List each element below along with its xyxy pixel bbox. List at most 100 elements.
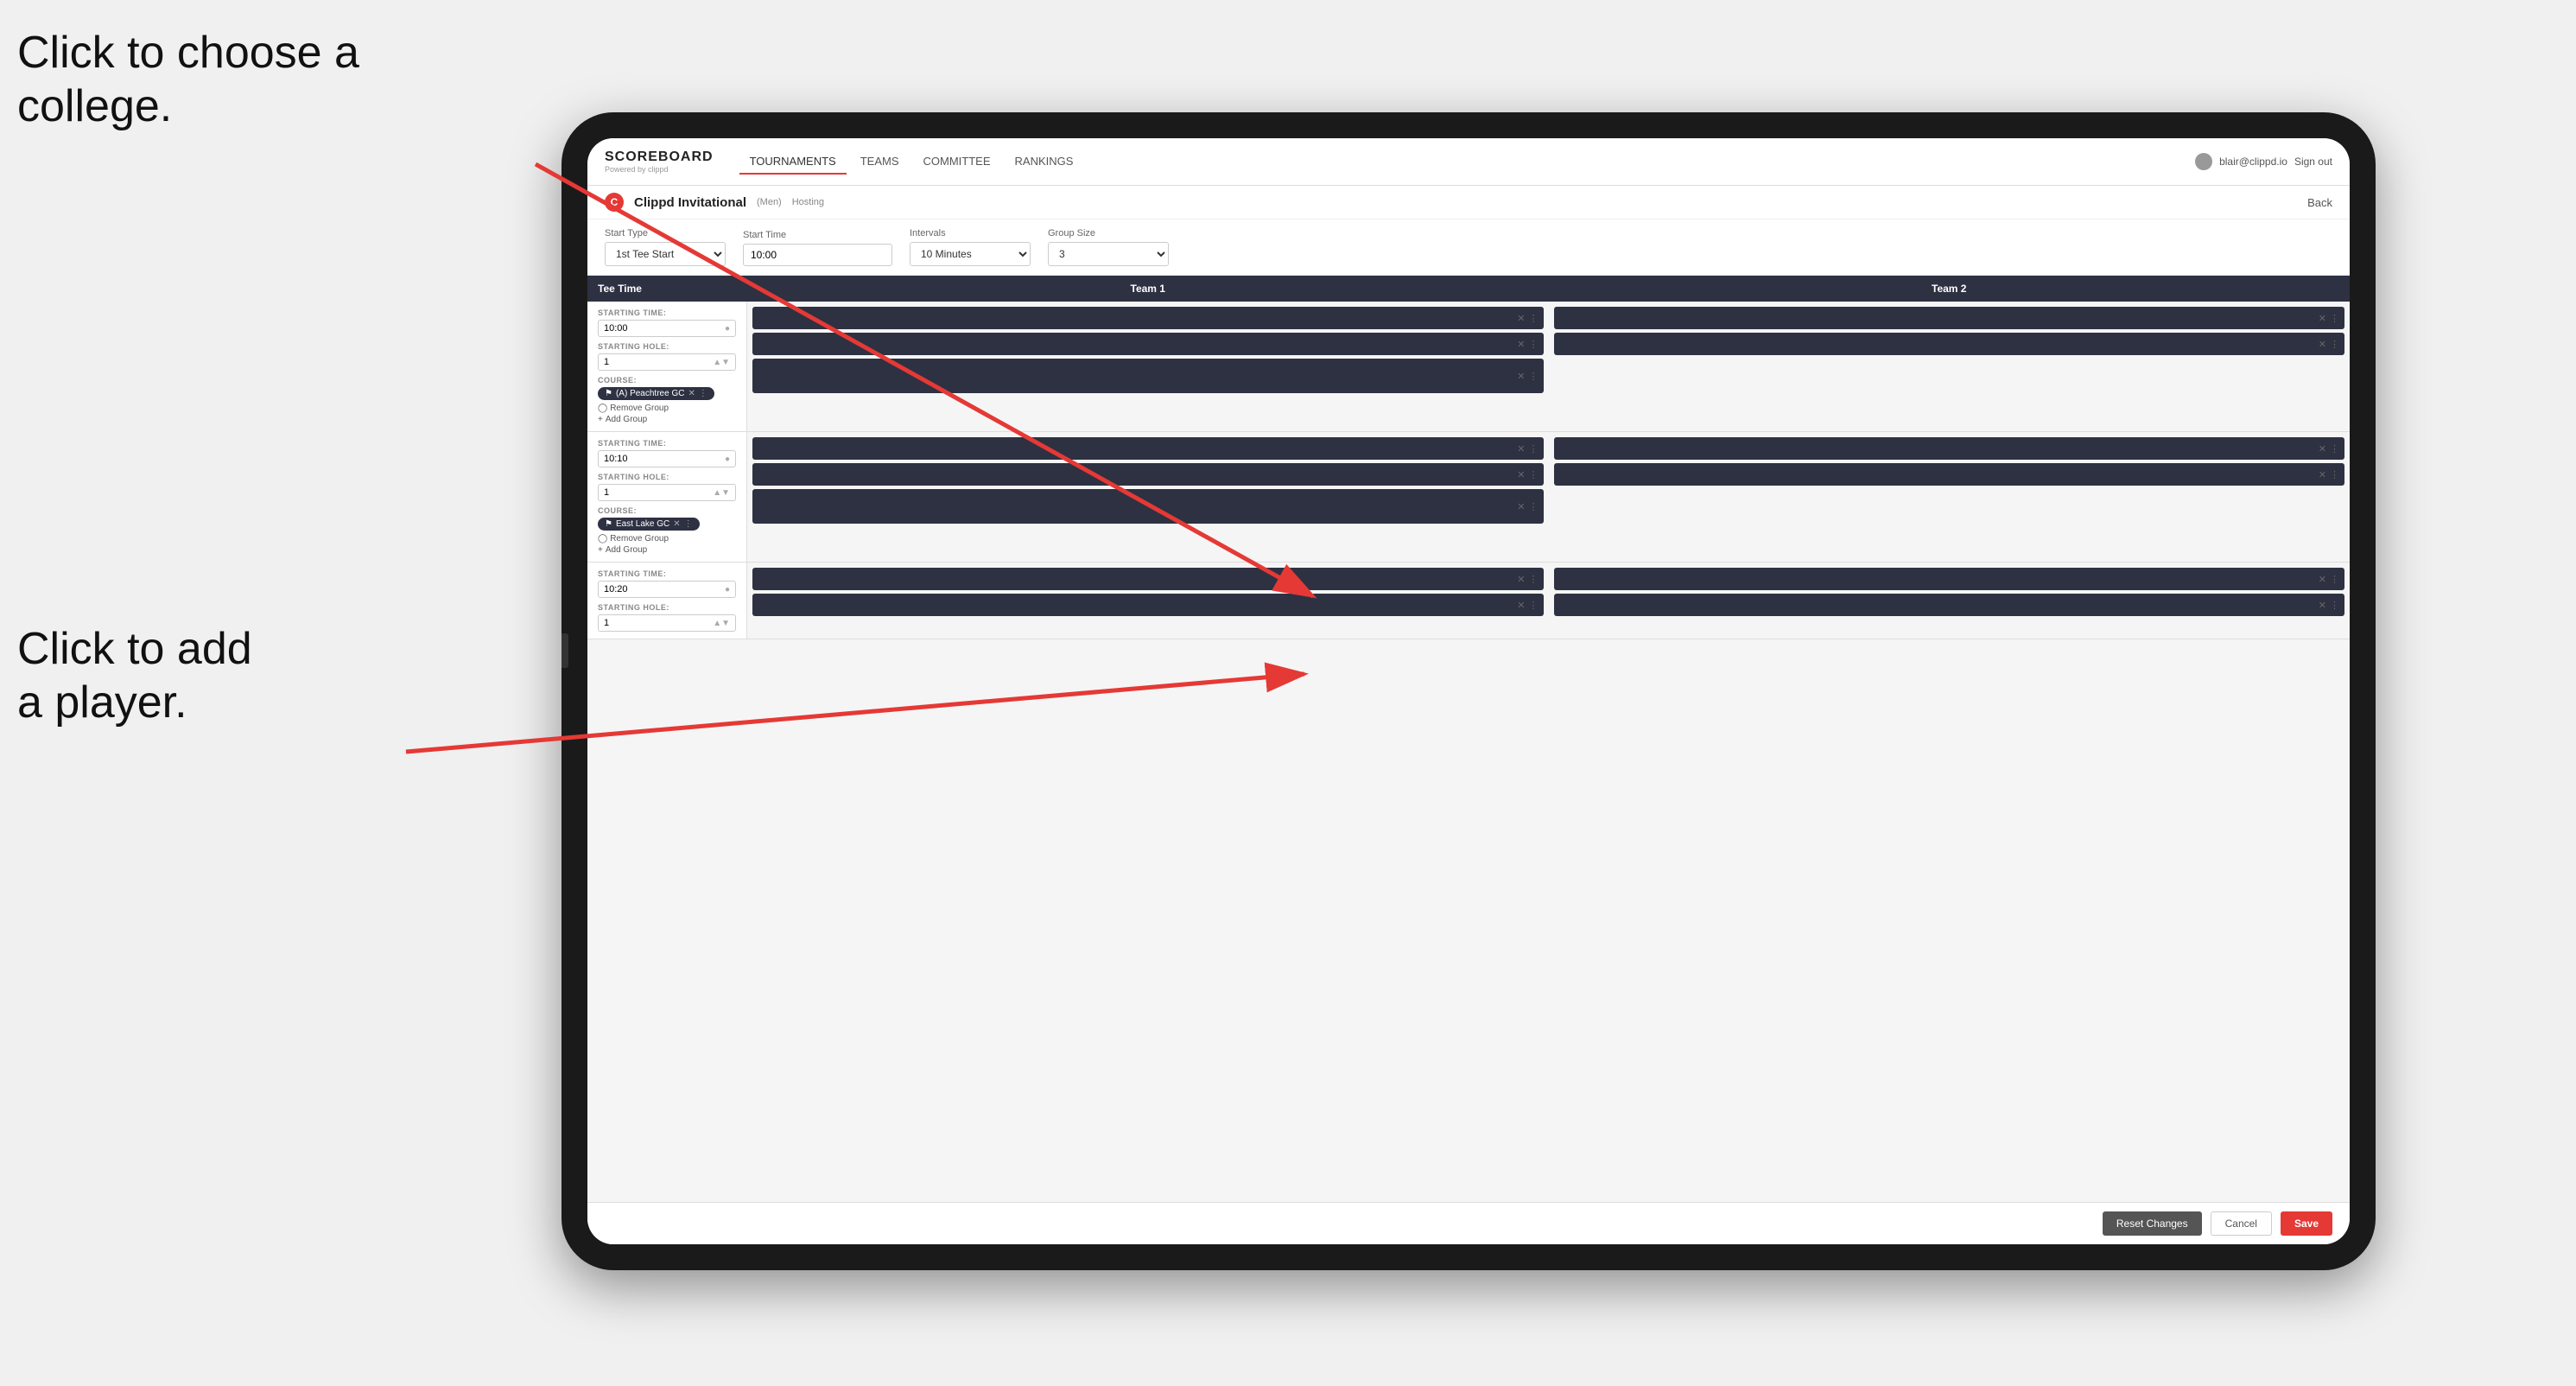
course-tag-icon-2: ⚑ — [605, 519, 612, 529]
team2-col-2: ✕ ⋮ ✕ ⋮ — [1549, 432, 2351, 562]
slot-x-icon[interactable]: ✕ — [1517, 443, 1525, 455]
player-slot-t1r1s2[interactable]: ✕ ⋮ — [752, 333, 1544, 355]
slot-x-icon[interactable]: ✕ — [1517, 339, 1525, 350]
sign-out-link[interactable]: Sign out — [2294, 156, 2332, 168]
remove-group-btn-2[interactable]: ◯ Remove Group — [598, 534, 736, 544]
slot-x-icon[interactable]: ✕ — [1517, 371, 1525, 382]
slot-x-icon[interactable]: ✕ — [2319, 313, 2326, 324]
player-slot-t1r2s1[interactable]: ✕ ⋮ — [752, 437, 1544, 460]
slot-x-icon[interactable]: ✕ — [2319, 339, 2326, 350]
slot-x-icon[interactable]: ✕ — [2319, 600, 2326, 611]
player-slot-t1r1s1[interactable]: ✕ ⋮ — [752, 307, 1544, 329]
slot-x-icon[interactable]: ✕ — [1517, 501, 1525, 512]
course-tag-2[interactable]: ⚑ East Lake GC ✕ ⋮ — [598, 518, 700, 531]
nav-link-committee[interactable]: COMMITTEE — [913, 149, 1001, 175]
tee-row-3: STARTING TIME: 10:20 ● STARTING HOLE: 1 … — [587, 563, 2350, 639]
nav-link-rankings[interactable]: RANKINGS — [1005, 149, 1084, 175]
user-avatar — [2195, 153, 2212, 170]
cancel-button[interactable]: Cancel — [2211, 1211, 2272, 1236]
start-type-group: Start Type 1st Tee Start Shotgun Start — [605, 228, 726, 266]
time-icon-2: ● — [725, 455, 730, 464]
team1-col-2: ✕ ⋮ ✕ ⋮ ✕ ⋮ — [747, 432, 1549, 562]
slot-x-icon[interactable]: ✕ — [2319, 574, 2326, 585]
course-more-2[interactable]: ⋮ — [684, 519, 693, 529]
annotation-line2: college. — [17, 81, 172, 131]
back-button[interactable]: Back — [2307, 196, 2332, 209]
player-slot-t2r3s1[interactable]: ✕ ⋮ — [1554, 568, 2345, 590]
intervals-select[interactable]: 10 Minutes 8 Minutes 12 Minutes — [910, 242, 1031, 266]
slot-chevron-icon[interactable]: ⋮ — [1529, 600, 1539, 611]
slot-chevron-icon[interactable]: ⋮ — [1529, 339, 1539, 350]
start-time-input[interactable] — [743, 244, 892, 266]
course-label-1: COURSE: — [598, 376, 736, 385]
starting-time-input-1[interactable]: 10:00 ● — [598, 320, 736, 337]
slot-chevron-icon[interactable]: ⋮ — [2330, 574, 2339, 585]
starting-hole-select-2[interactable]: 1 ▲▼ — [598, 484, 736, 501]
slot-chevron-icon[interactable]: ⋮ — [2330, 469, 2339, 480]
course-remove-1[interactable]: ✕ — [688, 389, 695, 398]
slot-x-icon[interactable]: ✕ — [2319, 469, 2326, 480]
slot-chevron-icon[interactable]: ⋮ — [2330, 313, 2339, 324]
slot-chevron-icon[interactable]: ⋮ — [1529, 469, 1539, 480]
table-header: Tee Time Team 1 Team 2 — [587, 276, 2350, 302]
player-slot-t1r1s3[interactable]: ✕ ⋮ — [752, 359, 1544, 393]
slot-chevron-icon[interactable]: ⋮ — [1529, 313, 1539, 324]
group-size-group: Group Size 3 2 4 — [1048, 228, 1169, 266]
start-type-select[interactable]: 1st Tee Start Shotgun Start — [605, 242, 726, 266]
slot-chevron-icon[interactable]: ⋮ — [2330, 600, 2339, 611]
save-button[interactable]: Save — [2281, 1211, 2332, 1236]
nav-link-teams[interactable]: TEAMS — [850, 149, 910, 175]
player-slot-t2r3s2[interactable]: ✕ ⋮ — [1554, 594, 2345, 616]
add-group-btn-2[interactable]: + Add Group — [598, 545, 736, 555]
slot-chevron-icon[interactable]: ⋮ — [1529, 371, 1539, 382]
hole-chevron-1: ▲▼ — [713, 358, 730, 367]
slot-chevron-icon[interactable]: ⋮ — [1529, 574, 1539, 585]
remove-group-btn-1[interactable]: ◯ Remove Group — [598, 404, 736, 413]
course-more-1[interactable]: ⋮ — [699, 389, 707, 398]
group-size-select[interactable]: 3 2 4 — [1048, 242, 1169, 266]
group-size-label: Group Size — [1048, 228, 1169, 238]
player-slot-t2r2s2[interactable]: ✕ ⋮ — [1554, 463, 2345, 486]
starting-time-input-3[interactable]: 10:20 ● — [598, 581, 736, 598]
slot-chevron-icon[interactable]: ⋮ — [1529, 443, 1539, 455]
player-slot-t2r1s2[interactable]: ✕ ⋮ — [1554, 333, 2345, 355]
reset-changes-button[interactable]: Reset Changes — [2103, 1211, 2202, 1236]
course-tag-text-1: (A) Peachtree GC — [616, 389, 684, 398]
hosting-badge: Hosting — [792, 197, 824, 207]
tee-left-2: STARTING TIME: 10:10 ● STARTING HOLE: 1 … — [587, 432, 747, 562]
player-slot-t1r3s2[interactable]: ✕ ⋮ — [752, 594, 1544, 616]
slot-x-icon[interactable]: ✕ — [2319, 443, 2326, 455]
player-slot-t1r2s2[interactable]: ✕ ⋮ — [752, 463, 1544, 486]
slot-x-icon[interactable]: ✕ — [1517, 600, 1525, 611]
player-slot-t2r2s1[interactable]: ✕ ⋮ — [1554, 437, 2345, 460]
starting-hole-select-3[interactable]: 1 ▲▼ — [598, 614, 736, 632]
slot-x-icon[interactable]: ✕ — [1517, 313, 1525, 324]
starting-hole-value-2: 1 — [604, 487, 609, 498]
starting-time-input-2[interactable]: 10:10 ● — [598, 450, 736, 467]
starting-time-label-1: STARTING TIME: — [598, 308, 736, 317]
slot-x-icon[interactable]: ✕ — [1517, 469, 1525, 480]
annotation-line3: Click to add — [17, 624, 252, 674]
starting-time-value-3: 10:20 — [604, 584, 628, 594]
nav-bar: SCOREBOARD Powered by clippd TOURNAMENTS… — [587, 138, 2350, 186]
player-slot-t2r1s1[interactable]: ✕ ⋮ — [1554, 307, 2345, 329]
add-group-btn-1[interactable]: + Add Group — [598, 415, 736, 424]
player-slot-t1r2s3[interactable]: ✕ ⋮ — [752, 489, 1544, 524]
add-group-icon-1: + — [598, 415, 603, 424]
nav-link-tournaments[interactable]: TOURNAMENTS — [739, 149, 847, 175]
annotation-line4: a player. — [17, 677, 187, 728]
slot-x-icon[interactable]: ✕ — [1517, 574, 1525, 585]
th-team2: Team 2 — [1549, 276, 2351, 302]
tablet-screen: SCOREBOARD Powered by clippd TOURNAMENTS… — [587, 138, 2350, 1244]
player-slot-t1r3s1[interactable]: ✕ ⋮ — [752, 568, 1544, 590]
starting-hole-select-1[interactable]: 1 ▲▼ — [598, 353, 736, 371]
gender-badge: (Men) — [757, 197, 782, 207]
slot-chevron-icon[interactable]: ⋮ — [1529, 501, 1539, 512]
remove-group-icon-1: ◯ — [598, 404, 607, 413]
course-tag-1[interactable]: ⚑ (A) Peachtree GC ✕ ⋮ — [598, 387, 714, 400]
course-remove-2[interactable]: ✕ — [673, 519, 680, 529]
nav-right: blair@clippd.io Sign out — [2195, 153, 2332, 170]
slot-chevron-icon[interactable]: ⋮ — [2330, 443, 2339, 455]
hole-chevron-3: ▲▼ — [713, 619, 730, 628]
slot-chevron-icon[interactable]: ⋮ — [2330, 339, 2339, 350]
